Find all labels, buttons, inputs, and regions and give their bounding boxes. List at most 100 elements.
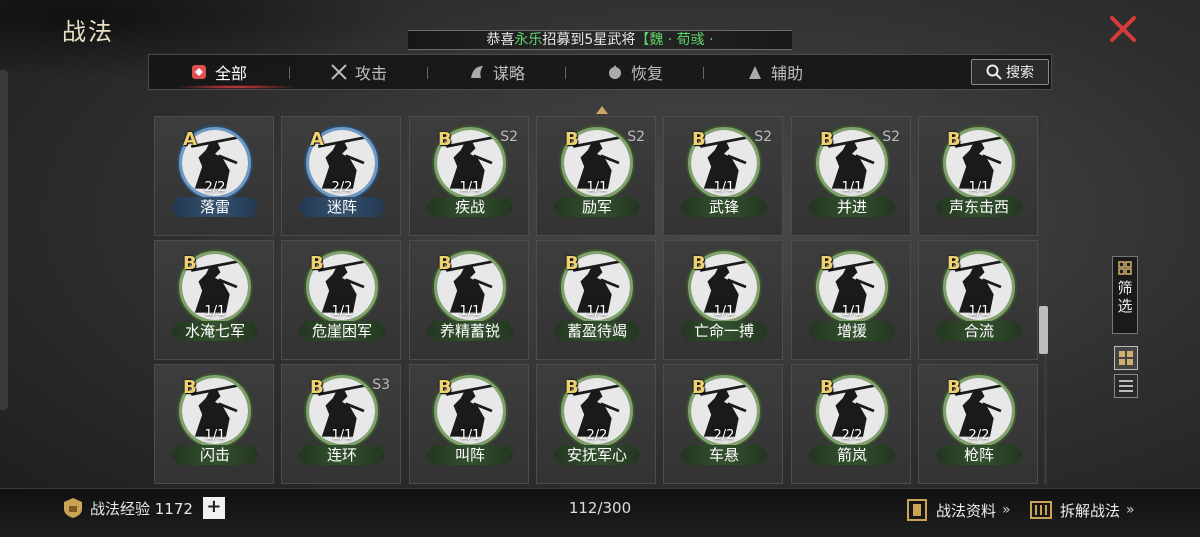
tab-divider — [427, 67, 428, 79]
crossed-swords-icon — [331, 64, 347, 80]
tactic-count: 1/1 — [968, 304, 990, 319]
tactic-name: 励军 — [553, 197, 641, 217]
tab-attack[interactable]: 攻击 — [329, 55, 387, 89]
tab-strategy-label: 谋略 — [493, 64, 526, 83]
tactic-card[interactable]: B 1/1 增援 — [791, 240, 911, 360]
chevron-right-icon: » — [1002, 502, 1011, 518]
tactic-grade: B — [565, 253, 579, 274]
tactic-count: 1/1 — [841, 180, 863, 195]
tab-strategy[interactable]: 谋略 — [467, 55, 525, 89]
tactic-card[interactable]: B S2 1/1 武锋 — [663, 116, 783, 236]
tactic-name: 叫阵 — [426, 445, 514, 465]
tactic-card[interactable]: B S3 1/1 连环 — [281, 364, 401, 484]
tab-divider — [565, 67, 566, 79]
tactic-name: 迷阵 — [298, 197, 386, 217]
tactic-grade: B — [438, 253, 452, 274]
tactic-info-button[interactable]: 战法资料 » — [904, 497, 1011, 523]
tactic-card[interactable]: B 1/1 水淹七军 — [154, 240, 274, 360]
tactic-name: 亡命一搏 — [680, 321, 768, 341]
all-icon — [192, 65, 206, 79]
tactic-card[interactable]: A 2/2 落雷 — [154, 116, 274, 236]
tactic-card[interactable]: B 2/2 箭岚 — [791, 364, 911, 484]
filter-label: 筛选 — [1117, 279, 1133, 315]
disassemble-button[interactable]: 拆解战法 » — [1028, 497, 1135, 523]
category-tabs: 全部 攻击 谋略 恢复 辅助 搜索 — [148, 54, 1052, 90]
tactic-card[interactable]: B 1/1 闪击 — [154, 364, 274, 484]
tactic-grade: B — [310, 377, 324, 398]
filter-button[interactable]: 筛选 — [1112, 256, 1138, 334]
tactic-season: S3 — [372, 377, 390, 393]
tactic-card[interactable]: B 1/1 养精蓄锐 — [409, 240, 529, 360]
tactic-card[interactable]: B 2/2 车悬 — [663, 364, 783, 484]
tactic-card[interactable]: B 2/2 安抚军心 — [536, 364, 656, 484]
tactic-card[interactable]: B 1/1 合流 — [918, 240, 1038, 360]
tactic-card[interactable]: B S2 1/1 疾战 — [409, 116, 529, 236]
disassemble-label: 拆解战法 — [1060, 501, 1121, 520]
tab-support[interactable]: 辅助 — [745, 55, 803, 89]
tactic-season: S2 — [627, 129, 645, 145]
tactic-count: 1/1 — [586, 304, 608, 319]
tactic-grade: B — [183, 253, 197, 274]
tactic-grade: B — [820, 377, 834, 398]
tactic-exp: 战法经验 1172 + — [62, 497, 225, 519]
tactic-name: 疾战 — [426, 197, 514, 217]
tactic-season: S2 — [500, 129, 518, 145]
tactic-grade: B — [947, 377, 961, 398]
tactic-info-label: 战法资料 — [936, 501, 997, 520]
exp-icon — [64, 498, 82, 518]
grid-view-button[interactable] — [1114, 346, 1138, 370]
search-button[interactable]: 搜索 — [971, 59, 1049, 85]
tactic-grade: B — [820, 253, 834, 274]
left-edge-handle[interactable] — [0, 70, 8, 410]
tab-divider — [703, 67, 704, 79]
tactic-name: 危崖困军 — [298, 321, 386, 341]
tab-recover[interactable]: 恢复 — [605, 55, 663, 89]
book-icon — [907, 499, 927, 521]
tactic-card[interactable]: A 2/2 迷阵 — [281, 116, 401, 236]
tactic-name: 闪击 — [171, 445, 259, 465]
tactic-card[interactable]: B S2 1/1 并进 — [791, 116, 911, 236]
scrollbar-thumb[interactable] — [1039, 306, 1048, 354]
tactic-name: 枪阵 — [935, 445, 1023, 465]
exp-label: 战法经验 1172 — [90, 499, 193, 518]
tactic-count: 1/1 — [459, 304, 481, 319]
tactic-card[interactable]: B 1/1 危崖困军 — [281, 240, 401, 360]
tab-all[interactable]: 全部 — [189, 55, 247, 89]
tactic-card[interactable]: B S2 1/1 励军 — [536, 116, 656, 236]
tactic-season: S2 — [882, 129, 900, 145]
tactic-name: 箭岚 — [808, 445, 896, 465]
tactic-grade: B — [438, 129, 452, 150]
add-exp-button[interactable]: + — [202, 497, 225, 519]
tactic-card[interactable]: B 2/2 枪阵 — [918, 364, 1038, 484]
tab-support-label: 辅助 — [771, 64, 804, 83]
tactic-card[interactable]: B 1/1 叫阵 — [409, 364, 529, 484]
tactic-card[interactable]: B 1/1 亡命一搏 — [663, 240, 783, 360]
tactic-grade: B — [947, 129, 961, 150]
tactic-name: 蓄盈待竭 — [553, 321, 641, 341]
banner-general: 【魏 · 荀彧 · — [635, 32, 714, 48]
tactic-name: 安抚军心 — [553, 445, 641, 465]
announcement-banner: 恭喜永乐招募到5星武将【魏 · 荀彧 · — [408, 30, 792, 50]
tactic-card[interactable]: B 1/1 蓄盈待竭 — [536, 240, 656, 360]
tactic-count: 1/1 — [968, 180, 990, 195]
footer-bar: 战法经验 1172 + 112/300 战法资料 » 拆解战法 » — [0, 488, 1200, 537]
tactic-count: 1/1 — [586, 180, 608, 195]
tactic-count: 1/1 — [713, 304, 735, 319]
scrollbar-track[interactable] — [1044, 114, 1047, 484]
tactic-grade: B — [565, 377, 579, 398]
tactic-name: 车悬 — [680, 445, 768, 465]
tactic-count: 1/1 — [459, 180, 481, 195]
close-icon[interactable] — [1108, 14, 1138, 44]
tactic-count: 1/1 — [841, 304, 863, 319]
tactic-card[interactable]: B 1/1 声东击西 — [918, 116, 1038, 236]
tactic-grade: B — [565, 129, 579, 150]
search-label: 搜索 — [1006, 65, 1034, 81]
tactic-name: 声东击西 — [935, 197, 1023, 217]
tactic-count: 1/1 — [713, 180, 735, 195]
list-view-button[interactable] — [1114, 374, 1138, 398]
tactic-count: 2/2 — [204, 180, 226, 195]
tactic-count: 1/1 — [204, 428, 226, 443]
tactic-grade: B — [692, 377, 706, 398]
banner-player: 永乐 — [514, 32, 543, 48]
tactic-name: 水淹七军 — [171, 321, 259, 341]
